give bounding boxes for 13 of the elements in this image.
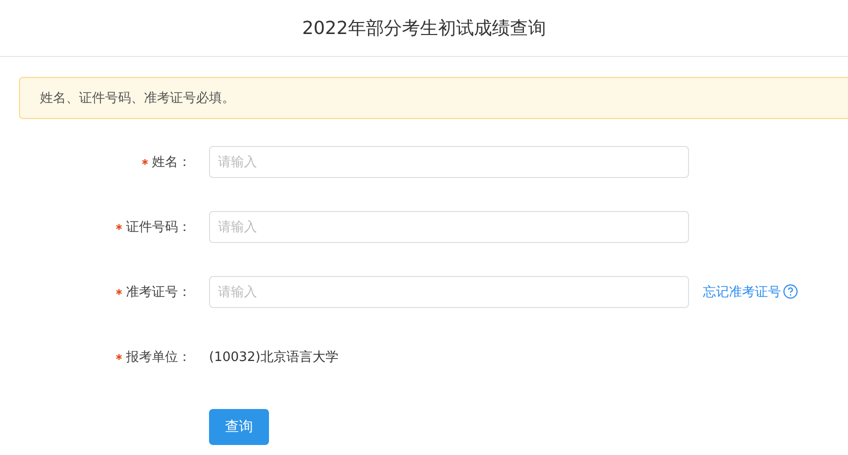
page-title: 2022年部分考生初试成绩查询 (302, 17, 546, 40)
forgot-link[interactable]: 忘记准考证号 (703, 283, 798, 301)
field-label: 姓名： (152, 154, 191, 171)
input-field[interactable]: 请输入 (209, 276, 689, 308)
input-field[interactable]: 请输入 (209, 211, 689, 243)
field-label: 证件号码： (126, 219, 191, 236)
query-button[interactable]: 查询 (209, 409, 269, 445)
notice-text: 姓名、证件号码、准考证号必填。 (40, 90, 235, 107)
field-value: (10032)北京语言大学 (209, 349, 338, 366)
help-icon (783, 284, 798, 299)
field-label: 报考单位： (126, 349, 191, 366)
field-label: 准考证号： (126, 284, 191, 301)
input-field[interactable]: 请输入 (209, 146, 689, 178)
